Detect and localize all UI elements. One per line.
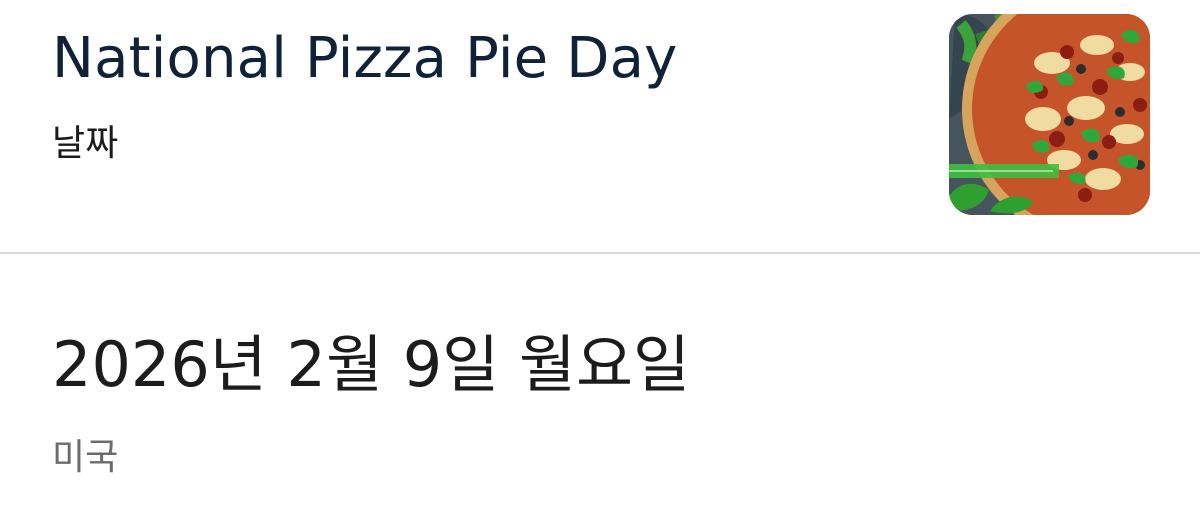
holiday-card: National Pizza Pie Day 날짜 2026년 2월 9일 월요… — [0, 0, 1200, 508]
pizza-image[interactable] — [949, 14, 1150, 215]
pizza-image-graphic — [949, 14, 1150, 215]
event-title: National Pizza Pie Day — [52, 26, 678, 91]
section-divider — [0, 252, 1200, 254]
event-region: 미국 — [52, 437, 119, 478]
event-date: 2026년 2월 9일 월요일 — [52, 328, 691, 401]
date-label: 날짜 — [52, 123, 119, 164]
card-header: National Pizza Pie Day 날짜 — [0, 0, 1200, 252]
